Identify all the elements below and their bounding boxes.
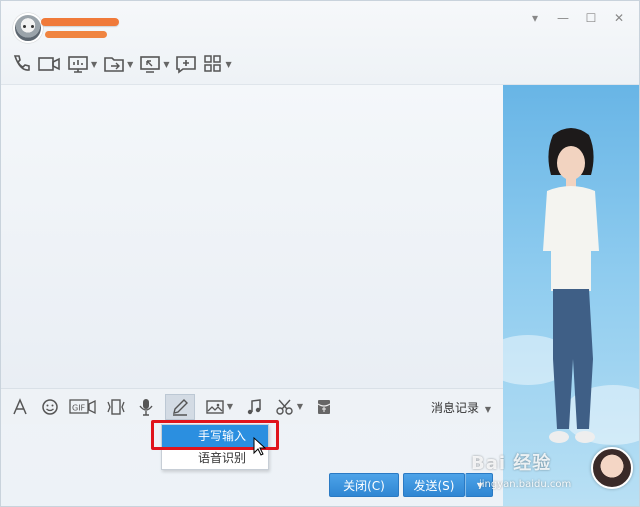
window-controls: ▾ — ☐ ✕: [523, 9, 631, 27]
shake-icon[interactable]: [105, 396, 127, 418]
title-bar: ▾ — ☐ ✕ ▼ ▼ ▼ ▼: [1, 1, 639, 85]
chevron-down-icon[interactable]: ▼: [225, 60, 231, 69]
close-button[interactable]: 关闭(C): [329, 473, 399, 497]
send-button[interactable]: 发送(S): [403, 473, 465, 497]
handwriting-icon[interactable]: [165, 393, 195, 420]
screenshot-scissors-icon[interactable]: ▼: [273, 396, 305, 418]
minimize-icon[interactable]: —: [551, 9, 575, 27]
grid-icon[interactable]: ▼: [203, 53, 232, 75]
chat-window: ▾ — ☐ ✕ ▼ ▼ ▼ ▼ GIF ▼ ▼ 消息记录 ▼ 手写输入 语音识别…: [0, 0, 640, 507]
message-area[interactable]: [1, 85, 503, 388]
chevron-down-icon[interactable]: ▼: [227, 402, 233, 411]
menu-dropdown-icon[interactable]: ▾: [523, 9, 547, 27]
font-icon[interactable]: [9, 396, 31, 418]
emoji-icon[interactable]: [39, 396, 61, 418]
chevron-down-icon: ▼: [484, 405, 491, 414]
character-figure-icon: [543, 128, 599, 443]
character-show-panel: [503, 85, 639, 506]
message-history-label: 消息记录: [431, 401, 480, 415]
chat-plus-icon[interactable]: [175, 53, 197, 75]
chevron-down-icon[interactable]: ▼: [91, 60, 97, 69]
contact-status-redacted: [45, 31, 107, 38]
microphone-icon[interactable]: [135, 396, 157, 418]
close-icon[interactable]: ✕: [607, 9, 631, 27]
gif-label: GIF: [72, 403, 86, 412]
mouse-cursor-icon: [253, 437, 267, 456]
self-avatar[interactable]: [591, 447, 633, 489]
music-icon[interactable]: [243, 396, 265, 418]
watermark-logo: Bai 经验: [471, 453, 552, 474]
watermark-url: jingyan.baidu.com: [479, 479, 572, 490]
video-icon[interactable]: [37, 53, 61, 75]
contact-avatar[interactable]: [13, 13, 43, 43]
chevron-down-icon[interactable]: ▼: [127, 60, 133, 69]
input-toolbar: GIF ▼ ▼ 消息记录 ▼: [1, 388, 503, 424]
message-history-link[interactable]: 消息记录 ▼: [431, 399, 491, 416]
chevron-down-icon[interactable]: ▼: [297, 402, 303, 411]
header-toolbar: ▼ ▼ ▼ ▼: [11, 53, 232, 75]
phone-icon[interactable]: [11, 53, 31, 75]
contact-name-redacted: [41, 18, 119, 26]
monitor-icon[interactable]: ▼: [67, 53, 97, 75]
maximize-icon[interactable]: ☐: [579, 9, 603, 27]
screen-remote-icon[interactable]: ▼: [139, 53, 169, 75]
red-packet-icon[interactable]: [313, 396, 335, 418]
gif-icon[interactable]: GIF: [69, 396, 97, 418]
image-icon[interactable]: ▼: [203, 396, 235, 418]
folder-icon[interactable]: ▼: [103, 53, 133, 75]
chevron-down-icon[interactable]: ▼: [163, 60, 169, 69]
